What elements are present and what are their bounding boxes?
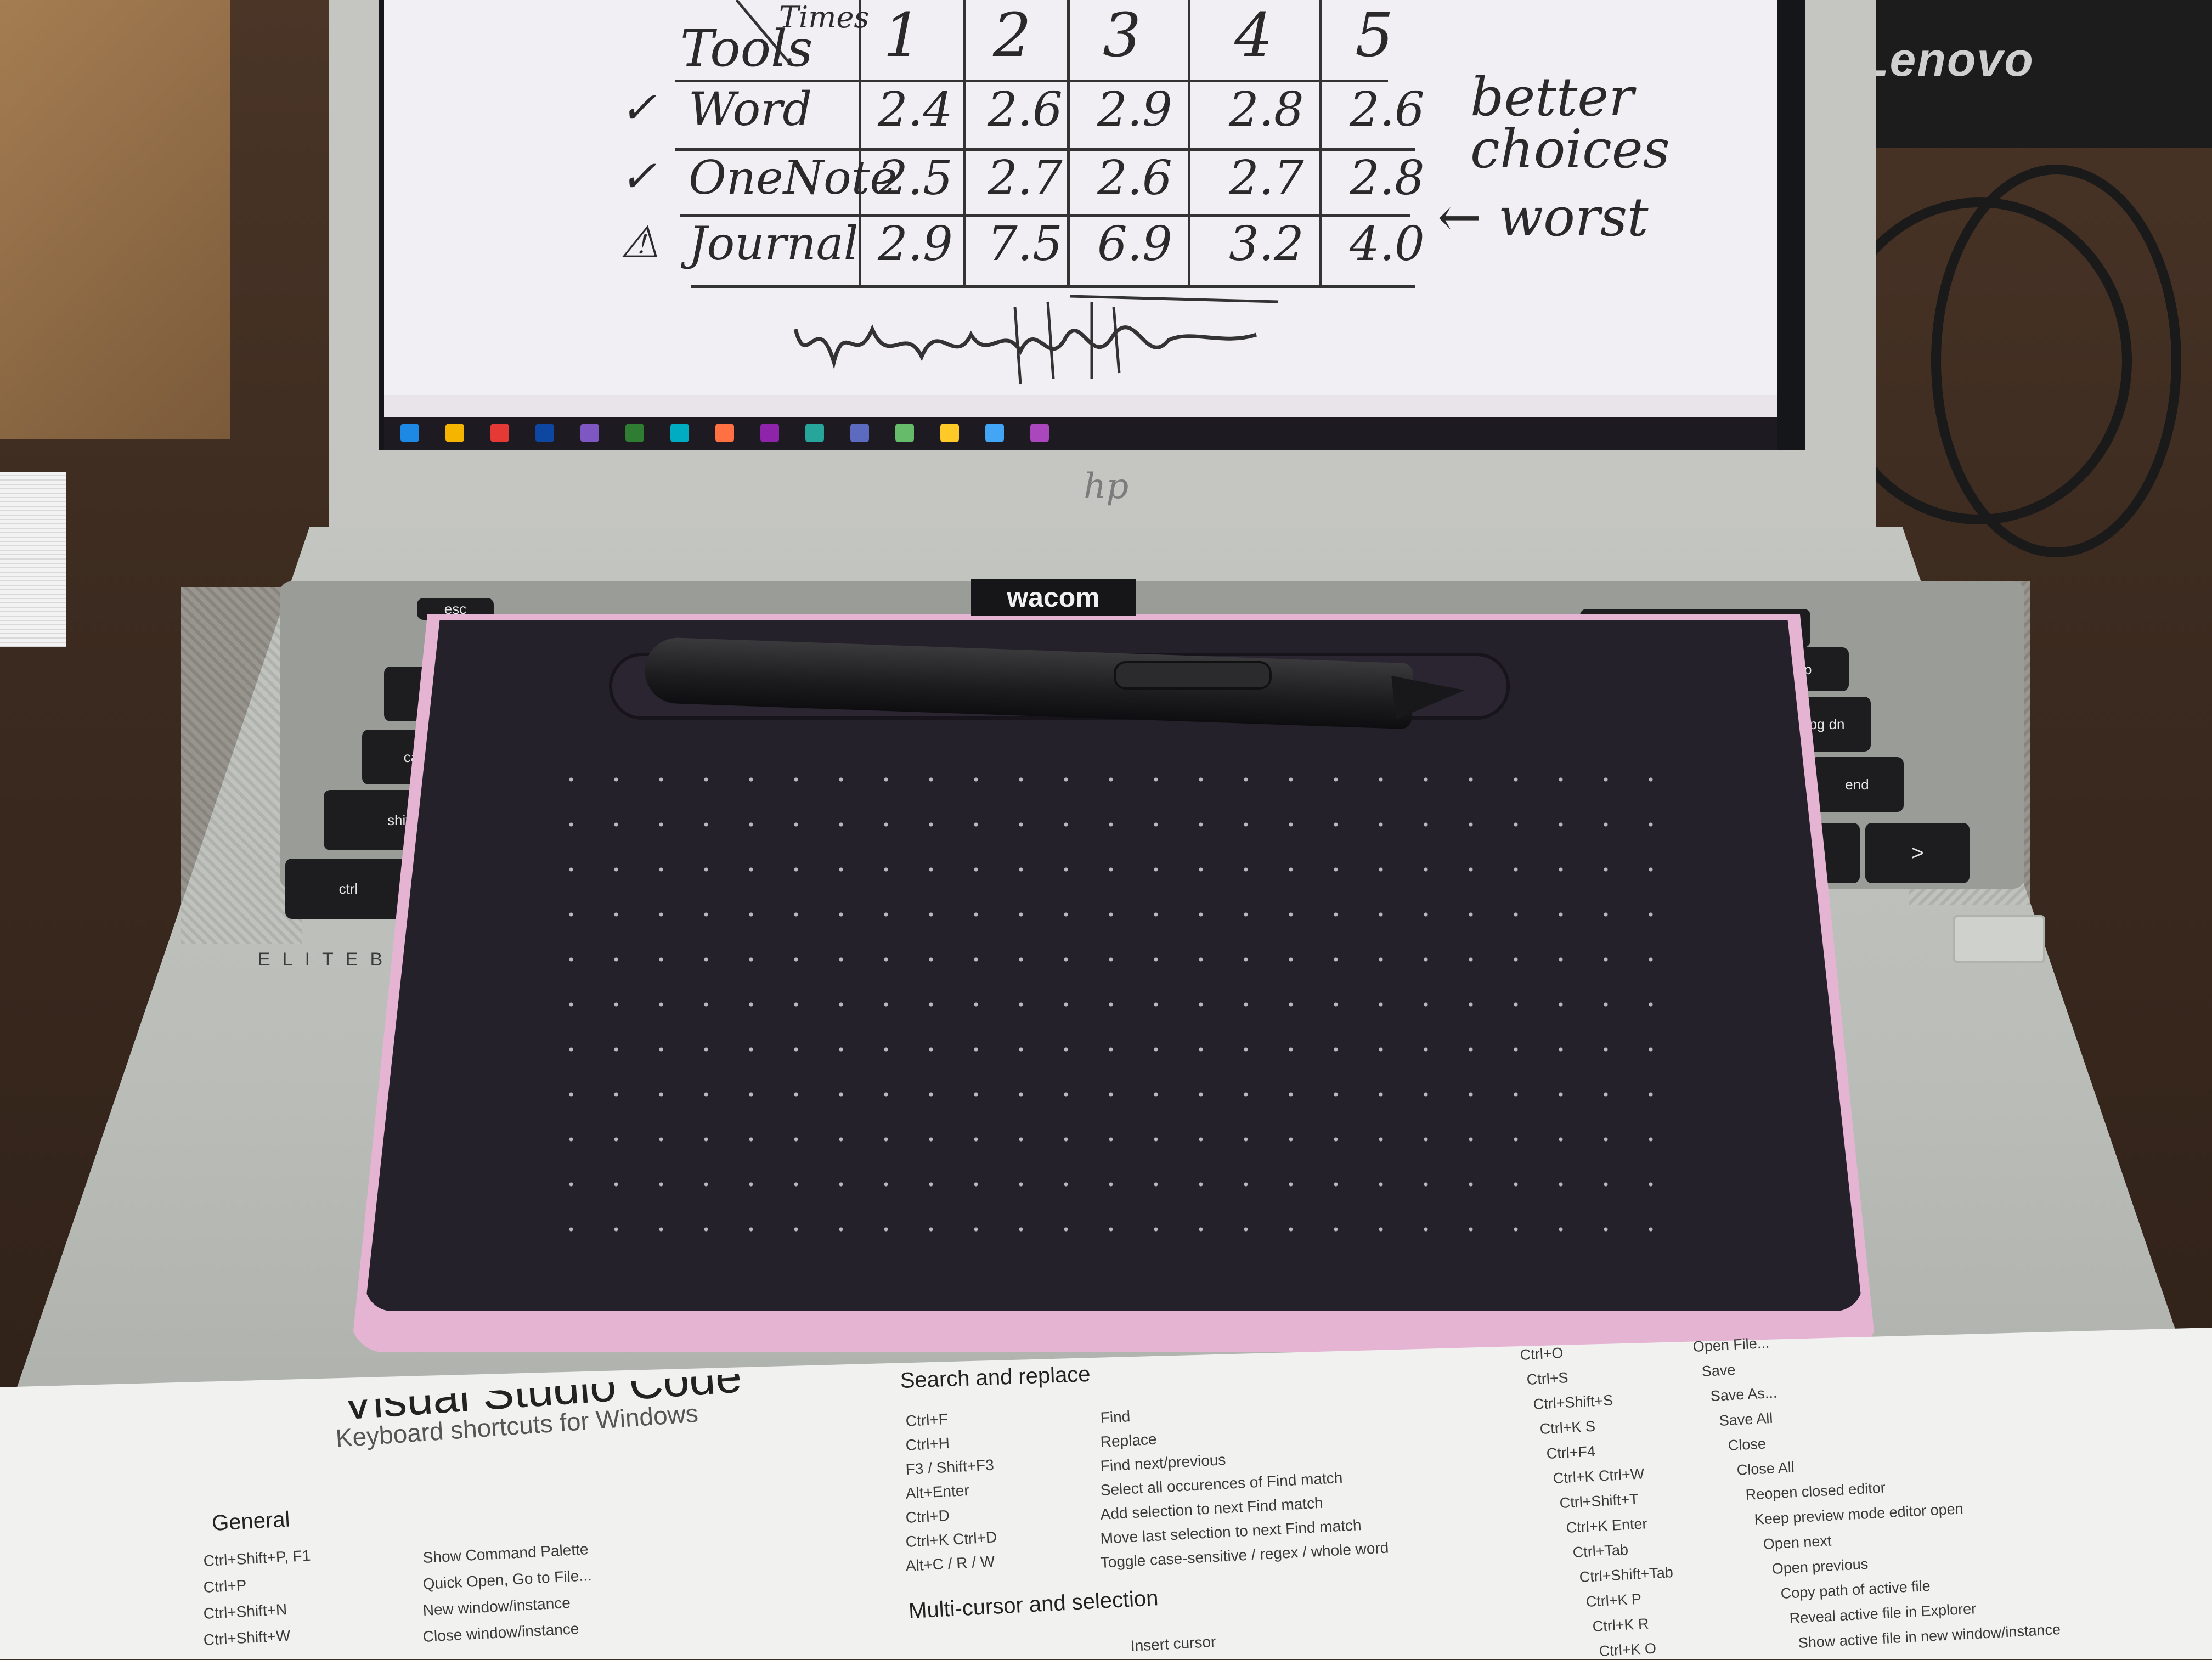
hp-logo: hp — [1084, 466, 1129, 507]
row-tool-name: Journal — [689, 217, 859, 270]
table-cell: 6.9 — [1097, 217, 1172, 272]
shortcut-keys: Ctrl+K O — [1599, 1640, 1657, 1659]
row-mark: ✓ — [620, 82, 657, 133]
table-cell: 2.6 — [1350, 82, 1425, 137]
word-status-bar — [384, 395, 1778, 417]
row-tool-name: Word — [689, 82, 812, 136]
taskbar-app-icon[interactable] — [1030, 424, 1049, 442]
signature-scribble — [793, 295, 1279, 385]
monitor-brand-logo: Lenovo — [1860, 33, 2034, 86]
column-header: 2 — [993, 0, 1031, 70]
corner-row-label: Tools — [680, 19, 813, 78]
taskbar-app-icon[interactable] — [760, 424, 779, 442]
section-general-heading: General — [211, 1507, 291, 1535]
fingerprint-reader — [1953, 915, 2045, 963]
table-cell: 7.5 — [988, 217, 1063, 272]
shortcut-action: Close — [1728, 1435, 1767, 1454]
shortcut-keys: Ctrl+F4 — [1546, 1443, 1596, 1462]
taskbar-app-icon[interactable] — [805, 424, 824, 442]
cardboard-box — [0, 0, 230, 439]
shortcut-keys: Ctrl+Tab — [1572, 1541, 1629, 1561]
tablet-dot-grid — [549, 757, 1673, 1251]
column-header: 1 — [883, 0, 922, 70]
taskbar-app-icon[interactable] — [445, 424, 464, 442]
shortcut-keys: Alt+Enter — [905, 1481, 970, 1502]
column-header: 5 — [1355, 0, 1393, 70]
taskbar-app-icon[interactable] — [670, 424, 689, 442]
pen-side-button — [1114, 661, 1272, 690]
table-cell: 2.9 — [1097, 82, 1172, 137]
row-tool-name: OneNote — [689, 151, 898, 205]
table-cell: 2.8 — [1229, 82, 1304, 137]
shortcut-keys: Ctrl+H — [905, 1434, 950, 1454]
column-header: 4 — [1234, 0, 1273, 70]
table-cell: 2.6 — [1097, 151, 1172, 206]
taskbar-app-icon[interactable] — [940, 424, 959, 442]
shortcut-action: Open next — [1763, 1532, 1832, 1552]
shortcut-action: Find — [1100, 1408, 1131, 1426]
taskbar-app-icon[interactable] — [400, 424, 419, 442]
shortcut-keys: Ctrl+K S — [1539, 1418, 1596, 1437]
shortcut-action: Replace — [1100, 1430, 1158, 1450]
taskbar-app-icon[interactable] — [985, 424, 1004, 442]
table-cell: 2.9 — [878, 217, 953, 272]
shortcut-keys: Ctrl+D — [905, 1506, 950, 1526]
column-header: 3 — [1103, 0, 1141, 70]
shortcut-keys: Ctrl+O — [1520, 1344, 1564, 1363]
shortcut-keys: Ctrl+K P — [1585, 1590, 1642, 1610]
key-ctrl-left[interactable]: ctrl — [285, 859, 411, 919]
taskbar-app-icon[interactable] — [715, 424, 734, 442]
wacom-logo: wacom — [971, 579, 1136, 616]
key-end[interactable]: end — [1810, 757, 1904, 812]
shortcut-keys: Ctrl+K R — [1592, 1615, 1650, 1635]
shortcut-action: Save All — [1719, 1409, 1773, 1429]
shortcut-keys: Ctrl+P — [203, 1576, 247, 1596]
table-cell: 3.2 — [1229, 217, 1304, 272]
taskbar-app-icon[interactable] — [580, 424, 599, 442]
table-cell: 2.4 — [878, 82, 953, 137]
taskbar-app-icon[interactable] — [850, 424, 869, 442]
taskbar-app-icon[interactable] — [625, 424, 644, 442]
key-arrow-right[interactable]: > — [1865, 823, 1970, 883]
table-cell: 2.8 — [1350, 151, 1425, 206]
taskbar-app-icon[interactable] — [895, 424, 914, 442]
shortcut-action: Save — [1701, 1361, 1736, 1380]
shortcut-keys: Ctrl+S — [1526, 1369, 1569, 1388]
pen-tip — [1391, 668, 1467, 720]
table-cell: 2.5 — [878, 151, 953, 206]
table-cell: 4.0 — [1350, 217, 1425, 272]
shortcut-action: Save As... — [1710, 1384, 1778, 1404]
table-cell: 2.7 — [988, 151, 1063, 206]
shortcut-action: Close All — [1736, 1459, 1795, 1478]
paper-card-stack — [0, 472, 66, 647]
taskbar-app-icon[interactable] — [535, 424, 554, 442]
shortcut-keys: Ctrl+F — [905, 1410, 949, 1430]
table-cell: 2.6 — [988, 82, 1063, 137]
taskbar-app-icon[interactable] — [490, 424, 509, 442]
row-mark: ⚠ — [620, 217, 659, 268]
note-worst: ← worst — [1437, 187, 1649, 248]
row-mark: ✓ — [620, 151, 657, 202]
cable — [1931, 165, 2181, 557]
table-cell: 2.7 — [1229, 151, 1304, 206]
note-better-choices: better choices — [1470, 66, 1670, 180]
